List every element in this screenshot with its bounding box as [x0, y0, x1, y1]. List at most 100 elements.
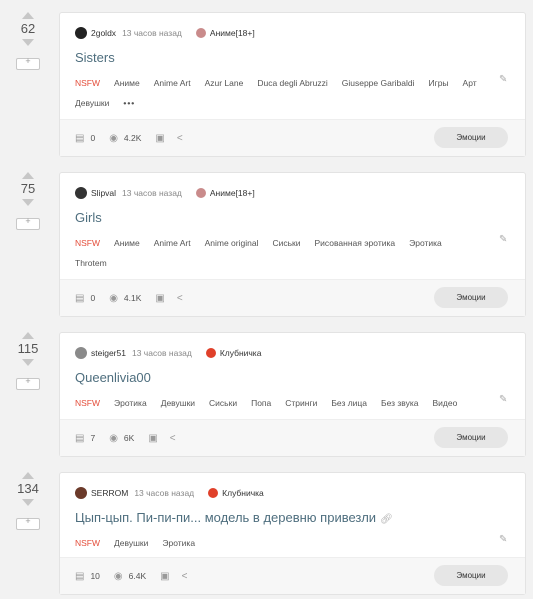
save-post-button[interactable] [16, 376, 40, 390]
more-tags-icon[interactable]: ••• [123, 93, 135, 113]
upvote-arrow-icon[interactable] [22, 12, 34, 19]
community-icon[interactable] [208, 488, 219, 498]
emotions-button[interactable]: Эмоции [434, 287, 508, 308]
upvote-arrow-icon[interactable] [22, 332, 34, 339]
post-title[interactable]: Girls [60, 207, 525, 229]
community-icon[interactable] [205, 348, 216, 358]
author-name[interactable]: steiger51 [91, 348, 126, 358]
author-name[interactable]: SERROM [91, 488, 128, 498]
tag[interactable]: Без звука [381, 393, 419, 413]
author-avatar[interactable] [75, 27, 87, 39]
tag[interactable]: Anime Art [154, 233, 191, 253]
tag[interactable]: Duca degli Abruzzi [257, 73, 327, 93]
tag-list: NSFW Аниме Anime Art Azur Lane Duca degl… [60, 73, 525, 113]
downvote-arrow-icon[interactable] [22, 499, 34, 506]
tag[interactable]: Эротика [114, 393, 147, 413]
post-card: steiger51 13 часов назад Клубничка Queen… [59, 332, 526, 457]
upvote-arrow-icon[interactable] [22, 472, 34, 479]
author-name[interactable]: 2goldx [91, 28, 116, 38]
post-feed: 62 2goldx 13 часов назад Аниме[18+] Sist… [0, 0, 533, 599]
tag[interactable]: NSFW [75, 233, 100, 253]
tag[interactable]: Сиськи [209, 393, 237, 413]
save-disk-icon[interactable]: ▣ [155, 133, 164, 144]
comments-count[interactable]: 0 [90, 133, 95, 143]
tag-list: NSFW Девушки Эротика [60, 533, 525, 553]
save-post-button[interactable] [16, 216, 40, 230]
share-icon[interactable]: < [177, 293, 183, 304]
comments-count[interactable]: 0 [90, 293, 95, 303]
tag[interactable]: Аниме [114, 73, 140, 93]
save-post-button[interactable] [16, 56, 40, 70]
edit-tags-pencil-icon[interactable]: ✎ [499, 395, 509, 405]
tag[interactable]: NSFW [75, 533, 100, 553]
post-title[interactable]: Цып-цып. Пи-пи-пи... модель в деревню пр… [60, 507, 525, 529]
tag[interactable]: NSFW [75, 393, 100, 413]
tag[interactable]: Giuseppe Garibaldi [342, 73, 415, 93]
tag[interactable]: Сиськи [272, 233, 300, 253]
post-time: 13 часов назад [122, 28, 182, 38]
post-card: SERROM 13 часов назад Клубничка Цып-цып.… [59, 472, 526, 595]
author-avatar[interactable] [75, 187, 87, 199]
comments-count[interactable]: 10 [90, 571, 99, 581]
downvote-arrow-icon[interactable] [22, 359, 34, 366]
post-rating: 75 [20, 181, 36, 196]
comments-icon[interactable]: ▤ [75, 133, 84, 144]
link-icon[interactable]: 🔗︎ [380, 514, 393, 525]
tag[interactable]: NSFW [75, 73, 100, 93]
post-title-text[interactable]: Цып-цып. Пи-пи-пи... модель в деревню пр… [75, 510, 376, 525]
author-avatar[interactable] [75, 487, 87, 499]
tag[interactable]: Девушки [114, 533, 148, 553]
downvote-arrow-icon[interactable] [22, 199, 34, 206]
community-name[interactable]: Клубничка [220, 348, 262, 358]
downvote-arrow-icon[interactable] [22, 39, 34, 46]
comments-icon[interactable]: ▤ [75, 293, 84, 304]
share-icon[interactable]: < [177, 133, 183, 144]
edit-tags-pencil-icon[interactable]: ✎ [499, 235, 509, 245]
save-post-button[interactable] [16, 516, 40, 530]
tag[interactable]: Стринги [285, 393, 317, 413]
upvote-arrow-icon[interactable] [22, 172, 34, 179]
post-title[interactable]: Sisters [60, 47, 525, 69]
tag-list: NSFW Аниме Anime Art Anime original Сись… [60, 233, 525, 273]
emotions-button[interactable]: Эмоции [434, 127, 508, 148]
save-disk-icon[interactable]: ▣ [155, 293, 164, 304]
tag[interactable]: Эротика [409, 233, 442, 253]
edit-tags-pencil-icon[interactable]: ✎ [499, 535, 509, 545]
save-disk-icon[interactable]: ▣ [148, 433, 157, 444]
tag[interactable]: Аниме [114, 233, 140, 253]
vote-panel: 134 [0, 472, 56, 530]
tag[interactable]: Anime original [205, 233, 259, 253]
community-name[interactable]: Аниме[18+] [210, 188, 255, 198]
community-name[interactable]: Аниме[18+] [210, 28, 255, 38]
share-icon[interactable]: < [182, 571, 188, 582]
community-icon[interactable] [195, 188, 206, 198]
tag[interactable]: Игры [429, 73, 449, 93]
comments-count[interactable]: 7 [90, 433, 95, 443]
tag[interactable]: Эротика [162, 533, 195, 553]
tag[interactable]: Девушки [161, 393, 195, 413]
tag[interactable]: Без лица [331, 393, 367, 413]
tag[interactable]: Anime Art [154, 73, 191, 93]
tag[interactable]: Попа [251, 393, 271, 413]
post-rating: 62 [20, 21, 36, 36]
edit-tags-pencil-icon[interactable]: ✎ [499, 75, 509, 85]
comments-icon[interactable]: ▤ [75, 433, 84, 444]
tag-list: NSFW Эротика Девушки Сиськи Попа Стринги… [60, 393, 525, 413]
comments-icon[interactable]: ▤ [75, 571, 84, 582]
community-name[interactable]: Клубничка [222, 488, 264, 498]
tag[interactable]: Девушки [75, 93, 109, 113]
share-icon[interactable]: < [170, 433, 176, 444]
tag[interactable]: Azur Lane [205, 73, 244, 93]
tag[interactable]: Throtem [75, 253, 107, 273]
save-disk-icon[interactable]: ▣ [160, 571, 169, 582]
author-avatar[interactable] [75, 347, 87, 359]
tag[interactable]: Арт [463, 73, 477, 93]
tag[interactable]: Рисованная эротика [315, 233, 396, 253]
community-icon[interactable] [195, 28, 206, 38]
emotions-button[interactable]: Эмоции [434, 565, 508, 586]
author-name[interactable]: Slipval [91, 188, 116, 198]
post-time: 13 часов назад [134, 488, 195, 498]
emotions-button[interactable]: Эмоции [434, 427, 508, 448]
post-title[interactable]: Queenlivia00 [60, 367, 525, 389]
tag[interactable]: Видео [433, 393, 458, 413]
